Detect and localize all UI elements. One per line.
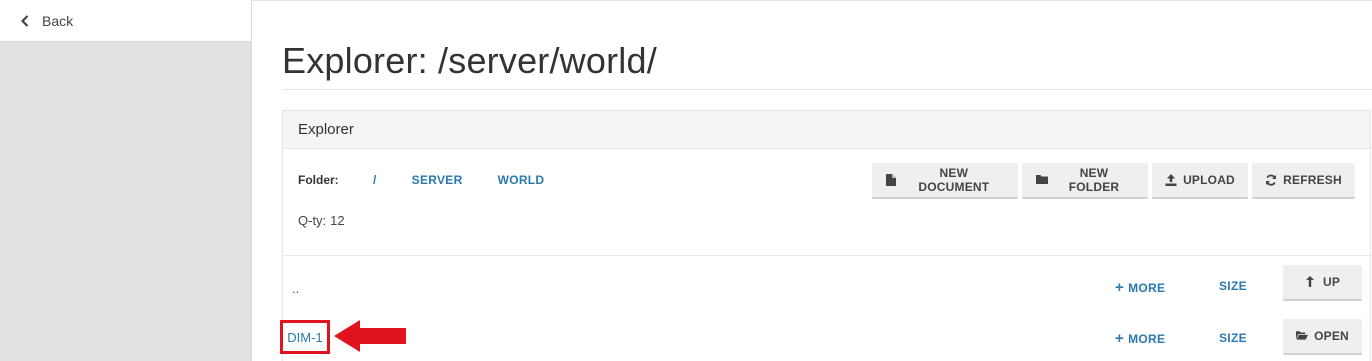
up-button[interactable]: UP [1283, 265, 1362, 301]
top-divider [252, 0, 1372, 1]
size-link[interactable]: SIZE [1219, 331, 1247, 345]
breadcrumb-server[interactable]: SERVER [412, 173, 463, 187]
more-link[interactable]: + MORE [1115, 279, 1165, 296]
row-divider [283, 255, 1370, 256]
new-folder-button[interactable]: NEW FOLDER [1022, 163, 1148, 199]
upload-button[interactable]: UPLOAD [1152, 163, 1248, 199]
list-item: .. + MORE SIZE UP [283, 265, 1370, 305]
qty-value: 12 [330, 213, 345, 228]
list-item: DIM-1 + MORE SIZE OPEN [280, 319, 1370, 359]
open-label: OPEN [1314, 329, 1349, 343]
more-link[interactable]: + MORE [1115, 330, 1165, 347]
back-label: Back [42, 12, 74, 29]
refresh-button[interactable]: REFRESH [1252, 163, 1355, 199]
panel-heading: Explorer [283, 111, 1370, 149]
new-document-button[interactable]: NEW DOCUMENT [872, 163, 1018, 199]
upload-icon [1165, 174, 1177, 186]
folder-link-dim-1[interactable]: DIM-1 [280, 320, 330, 354]
breadcrumb-world[interactable]: WORLD [498, 173, 545, 187]
more-label: MORE [1128, 332, 1166, 346]
quantity-text: Q-ty: 12 [298, 213, 345, 228]
more-label: MORE [1128, 281, 1166, 295]
level-up-icon [1305, 276, 1317, 288]
refresh-label: REFRESH [1283, 173, 1342, 187]
folder-icon [1036, 174, 1048, 186]
folder-label: Folder: [298, 173, 339, 187]
plus-icon: + [1115, 279, 1125, 296]
file-icon [886, 174, 898, 186]
toolbar: NEW DOCUMENT NEW FOLDER UPLOAD REFRESH [872, 163, 1355, 199]
qty-label: Q-ty: [298, 213, 327, 228]
parent-dir-link[interactable]: .. [292, 281, 299, 296]
explorer-panel: Explorer Folder: / SERVER WORLD Q-ty: 12 … [280, 110, 1371, 361]
folder-open-icon [1296, 330, 1309, 342]
sidebar: Back [0, 0, 251, 361]
sidebar-divider [251, 0, 252, 361]
title-divider [282, 89, 1372, 90]
back-button[interactable]: Back [0, 0, 251, 42]
new-folder-label: NEW FOLDER [1068, 166, 1120, 194]
new-document-label: NEW DOCUMENT [918, 166, 990, 194]
plus-icon: + [1115, 330, 1125, 347]
arrow-left-icon [334, 320, 406, 352]
upload-label: UPLOAD [1183, 173, 1235, 187]
chevron-left-icon [20, 14, 36, 28]
size-link[interactable]: SIZE [1219, 279, 1247, 293]
folder-breadcrumb: Folder: / SERVER WORLD [298, 173, 544, 187]
up-label: UP [1322, 275, 1341, 289]
open-button[interactable]: OPEN [1283, 319, 1362, 355]
breadcrumb-root[interactable]: / [373, 173, 377, 187]
refresh-icon [1265, 174, 1277, 186]
page-title: Explorer: /server/world/ [282, 40, 657, 81]
